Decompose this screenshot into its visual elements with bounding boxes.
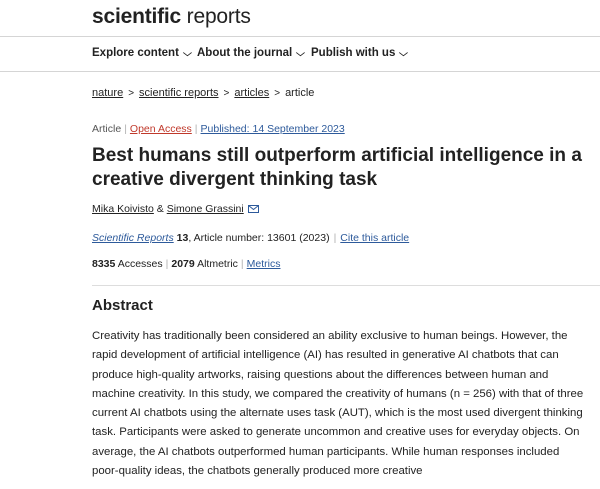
article-type: Article bbox=[92, 123, 122, 135]
site-logo[interactable]: scientific reports bbox=[92, 5, 251, 29]
author-link[interactable]: Mika Koivisto bbox=[92, 203, 154, 215]
article-number: , Article number: 13601 (2023) bbox=[188, 232, 330, 244]
published-date-link[interactable]: Published: 14 September 2023 bbox=[201, 123, 345, 135]
main-nav: Explore content ⌵ About the journal ⌵ Publ… bbox=[0, 37, 600, 72]
article-title: Best humans still outperform artificial … bbox=[92, 145, 582, 190]
chevron-right-icon: > bbox=[223, 88, 230, 99]
open-access-link[interactable]: Open Access bbox=[130, 123, 192, 135]
divider: | bbox=[240, 258, 244, 270]
citation-line: Scientific Reports 13, Article number: 1… bbox=[92, 232, 409, 244]
nav-about-journal[interactable]: About the journal ⌵ bbox=[197, 47, 306, 59]
chevron-right-icon: > bbox=[128, 88, 135, 99]
breadcrumb-articles[interactable]: articles bbox=[234, 87, 269, 99]
divider: | bbox=[165, 258, 169, 270]
chevron-down-icon: ⌵ bbox=[399, 48, 409, 58]
altmetric-count: 2079 bbox=[171, 258, 195, 270]
abstract-text: Creativity has traditionally been consid… bbox=[92, 330, 584, 478]
divider: | bbox=[333, 232, 337, 244]
author-link[interactable]: Simone Grassini bbox=[167, 203, 244, 215]
breadcrumb-current: article bbox=[285, 87, 315, 99]
divider: | bbox=[194, 123, 198, 135]
chevron-right-icon: > bbox=[274, 88, 281, 99]
author-list: Mika Koivisto & Simone Grassini bbox=[92, 203, 259, 216]
metrics-bar: 8335 Accesses | 2079 Altmetric | Metrics bbox=[92, 258, 281, 270]
section-divider bbox=[92, 285, 600, 286]
volume: 13 bbox=[176, 232, 189, 244]
nav-explore-content[interactable]: Explore content ⌵ bbox=[92, 47, 192, 59]
article-meta: Article | Open Access | Published: 14 Septem… bbox=[92, 123, 345, 135]
site-header: scientific reports bbox=[0, 0, 600, 37]
email-icon[interactable] bbox=[247, 204, 259, 216]
altmetric-label: Altmetric bbox=[197, 258, 238, 270]
metrics-link[interactable]: Metrics bbox=[247, 258, 281, 270]
divider: | bbox=[124, 123, 127, 135]
accesses-count: 8335 bbox=[92, 258, 116, 270]
breadcrumb-nature[interactable]: nature bbox=[92, 87, 123, 99]
journal-link[interactable]: Scientific Reports bbox=[92, 232, 174, 244]
breadcrumb-scientific-reports[interactable]: scientific reports bbox=[139, 87, 218, 99]
nav-publish-with-us[interactable]: Publish with us ⌵ bbox=[311, 47, 409, 59]
cite-this-article-link[interactable]: Cite this article bbox=[340, 232, 409, 244]
accesses-label: Accesses bbox=[117, 258, 163, 270]
abstract-heading: Abstract bbox=[92, 297, 153, 314]
breadcrumb: nature > scientific reports > articles > artic… bbox=[92, 87, 314, 99]
chevron-down-icon: ⌵ bbox=[182, 48, 192, 58]
chevron-down-icon: ⌵ bbox=[296, 48, 306, 58]
